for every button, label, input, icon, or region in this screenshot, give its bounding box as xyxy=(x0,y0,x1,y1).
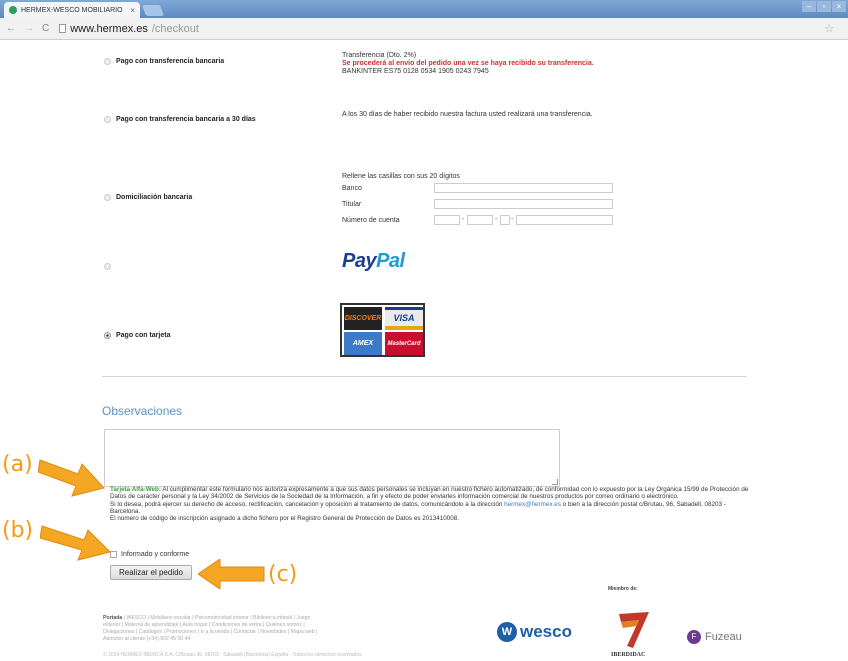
payment-option-paypal[interactable] xyxy=(104,263,116,270)
submit-order-button[interactable]: Realizar el pedido xyxy=(110,565,192,580)
browser-window: HERMEX-WESCO MOBILIARIO × – ▫ × ← → C ww… xyxy=(0,0,848,661)
window-controls: – ▫ × xyxy=(802,1,846,12)
tab-title: HERMEX-WESCO MOBILIARIO xyxy=(21,6,123,14)
radio-direct-debit[interactable] xyxy=(104,194,111,201)
titular-input[interactable] xyxy=(434,199,613,209)
browser-toolbar: ← → C www.hermex.es/checkout xyxy=(0,18,848,40)
transfer-discount: Transferencia (Dto. 2%) xyxy=(342,52,417,59)
direct-debit-hint: Rellene las casillas con sus 20 dígitos xyxy=(342,173,460,180)
label-titular: Titular xyxy=(342,201,362,208)
transfer-iban: BANKINTER ES75 0128 0534 1905 0243 7945 xyxy=(342,68,489,75)
close-tab-icon[interactable]: × xyxy=(130,6,135,15)
page-icon xyxy=(59,24,67,33)
callout-b: (b) xyxy=(2,518,34,543)
legal-notice: Tarjeta Alfa-Web: Al cumplimentar este f… xyxy=(110,486,750,522)
legal-text-2: Si lo desea, podrá ejercer su derecho de… xyxy=(110,500,505,508)
amex-logo: AMEX xyxy=(344,332,382,355)
legal-email-link[interactable]: hermex@hermex.es xyxy=(504,501,561,508)
legal-text-4: El número de código de inscripción asign… xyxy=(110,515,459,523)
forward-icon[interactable]: → xyxy=(24,23,34,34)
payment-option-card[interactable]: Pago con tarjeta xyxy=(104,332,170,339)
account-separator: - xyxy=(511,216,514,223)
arrow-a-icon xyxy=(38,459,105,497)
paypal-logo: PayPal xyxy=(342,250,405,273)
footer-contact: Atención al cliente (+34) 902 45 00 44 xyxy=(103,636,191,642)
payment-option-label: Pago con transferencia bancaria a 30 día… xyxy=(116,116,256,123)
url-path: /checkout xyxy=(151,22,199,35)
account-entity-input[interactable] xyxy=(434,215,460,225)
footer-links-2[interactable]: exterior | Material de aprendizaje | Aul… xyxy=(103,622,305,628)
banco-input[interactable] xyxy=(434,183,613,193)
back-icon[interactable]: ← xyxy=(6,23,16,34)
close-window-icon[interactable]: × xyxy=(832,1,846,12)
observaciones-textarea[interactable] xyxy=(104,429,560,487)
footer-links-3[interactable]: Delegaciones | Catálogos | Promociones |… xyxy=(103,629,317,635)
agree-label: Informado y conforme xyxy=(121,551,190,558)
favicon-icon xyxy=(9,6,17,14)
callout-a: (a) xyxy=(2,452,33,477)
payment-option-label: Domiciliación bancaria xyxy=(116,194,193,201)
agree-checkbox-row[interactable]: Informado y conforme xyxy=(110,551,189,558)
new-tab-button[interactable] xyxy=(141,5,165,16)
payment-option-transfer[interactable]: Pago con transferencia bancaria xyxy=(104,58,224,65)
divider xyxy=(102,376,747,377)
fuzeau-mark-icon: F xyxy=(687,630,701,644)
label-banco: Banco xyxy=(342,185,362,192)
visa-logo: VISA xyxy=(385,307,423,330)
iberdidac-text: IBERDIDAC xyxy=(611,652,646,658)
transfer30-description: A los 30 días de haber recibido nuestra … xyxy=(342,111,593,118)
address-bar[interactable]: www.hermex.es/checkout xyxy=(59,23,199,35)
callout-c: (c) xyxy=(268,562,298,587)
observaciones-title: Observaciones xyxy=(102,404,183,418)
legal-brand: Tarjeta Alfa-Web: xyxy=(110,486,161,493)
minimize-icon[interactable]: – xyxy=(802,1,816,12)
iberdidac-seven-icon xyxy=(619,612,649,648)
bookmark-star-icon[interactable]: ☆ xyxy=(824,22,834,35)
miembro-label: Miembro de: xyxy=(608,586,638,592)
fuzeau-logo[interactable]: F Fuzeau xyxy=(687,630,742,644)
radio-transfer[interactable] xyxy=(104,58,111,65)
payment-option-direct-debit[interactable]: Domiciliación bancaria xyxy=(104,194,192,201)
account-number-input[interactable] xyxy=(516,215,613,225)
maximize-icon[interactable]: ▫ xyxy=(817,1,831,12)
paypal-pay-text: Pay xyxy=(342,250,377,272)
arrow-c-icon xyxy=(198,559,265,589)
wesco-mark-icon: W xyxy=(497,622,517,642)
transfer-warning: Se procederá al envío del pedido una vez… xyxy=(342,60,594,67)
wesco-text: wesco xyxy=(520,622,572,641)
footer-copyright: © 2014 HERMEX IBÉRICA S.A. C/Brutau 96, … xyxy=(103,652,362,658)
wesco-logo[interactable]: W wesco xyxy=(497,622,572,642)
transfer-description: Transferencia (Dto. 2%) Se procederá al … xyxy=(342,52,594,76)
radio-transfer-30[interactable] xyxy=(104,116,111,123)
radio-card-selected[interactable] xyxy=(104,332,111,339)
account-office-input[interactable] xyxy=(467,215,493,225)
account-separator: - xyxy=(462,216,465,223)
reload-icon[interactable]: C xyxy=(42,23,49,34)
payment-option-transfer-30[interactable]: Pago con transferencia bancaria a 30 día… xyxy=(104,116,256,123)
payment-option-label: Pago con tarjeta xyxy=(116,332,171,339)
discover-logo: DISCOVER xyxy=(344,307,382,330)
radio-paypal[interactable] xyxy=(104,263,111,270)
footer-links: Portada | WESCO | Mobiliario escolar | P… xyxy=(103,615,443,643)
card-logos: DISCOVER VISA AMEX MasterCard xyxy=(340,303,425,357)
payment-option-label: Pago con transferencia bancaria xyxy=(116,58,225,65)
legal-text-1: Al cumplimentar este formulario nos auto… xyxy=(110,486,749,501)
label-cuenta: Número de cuenta xyxy=(342,217,400,224)
checkout-page: Pago con transferencia bancaria Transfer… xyxy=(0,40,848,661)
paypal-pal-text: Pal xyxy=(376,250,405,272)
account-separator: - xyxy=(495,216,498,223)
iberdidac-logo[interactable]: IBERDIDAC xyxy=(611,610,651,658)
account-dc-input[interactable] xyxy=(500,215,510,225)
browser-tab[interactable]: HERMEX-WESCO MOBILIARIO × xyxy=(4,2,140,18)
tab-bar: HERMEX-WESCO MOBILIARIO × – ▫ × xyxy=(0,0,848,18)
fuzeau-text: Fuzeau xyxy=(705,631,742,643)
url-host: www.hermex.es xyxy=(70,22,148,35)
mastercard-logo: MasterCard xyxy=(385,332,423,355)
footer-links-1[interactable]: | WESCO | Mobiliario escolar | Psicomotr… xyxy=(122,615,311,621)
arrow-b-icon xyxy=(40,525,111,561)
footer-link-portada[interactable]: Portada xyxy=(103,615,122,621)
